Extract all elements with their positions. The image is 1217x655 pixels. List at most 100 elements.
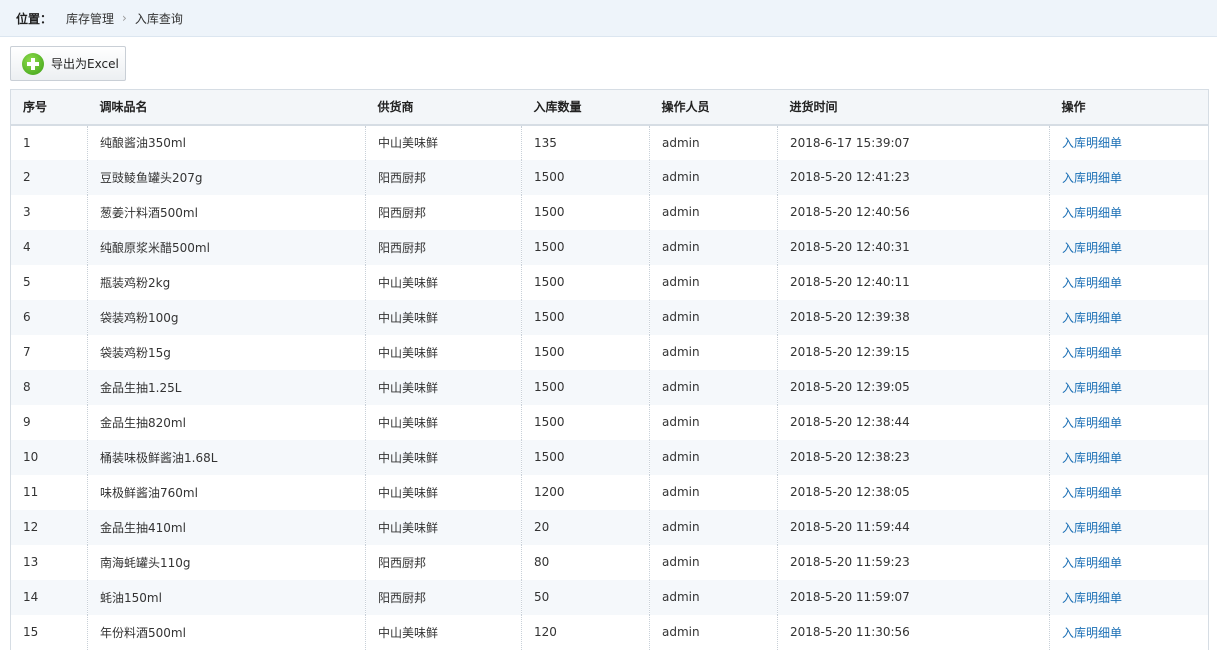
cell-supplier: 阳西厨邦	[378, 205, 427, 220]
table-cell: 入库明细单	[1049, 579, 1209, 615]
table-cell: 中山美味鲜	[365, 404, 522, 440]
table-cell: 入库明细单	[1049, 614, 1209, 650]
table-cell: 入库明细单	[1049, 299, 1209, 335]
table-cell: admin	[649, 369, 778, 405]
inbound-detail-link[interactable]: 入库明细单	[1062, 136, 1122, 150]
cell-supplier: 中山美味鲜	[378, 275, 439, 290]
cell-purchase-time: 2018-5-20 12:40:31	[790, 240, 910, 254]
cell-operator: admin	[662, 415, 700, 429]
column-header[interactable]: 进货时间	[777, 89, 1050, 126]
table-cell: 入库明细单	[1049, 194, 1209, 230]
table-cell: 金品生抽1.25L	[87, 369, 366, 405]
cell-index: 13	[23, 555, 39, 569]
table-cell: 1500	[521, 229, 650, 265]
table-row: 1 纯酿酱油350ml 中山美味鲜 135 admin 2018-6-17 15:39:0…	[10, 124, 1209, 160]
inbound-detail-link[interactable]: 入库明细单	[1062, 241, 1122, 255]
cell-product-name: 豆豉鲮鱼罐头207g	[100, 170, 203, 185]
table-cell: 2018-5-20 12:40:11	[777, 264, 1050, 300]
cell-purchase-time: 2018-5-20 11:30:56	[790, 625, 910, 639]
table-cell: 4	[10, 229, 88, 265]
column-header[interactable]: 调味品名	[87, 89, 366, 126]
inbound-detail-link[interactable]: 入库明细单	[1062, 346, 1122, 360]
table-cell: 纯酿原浆米醋500ml	[87, 229, 366, 265]
cell-product-name: 袋装鸡粉15g	[100, 345, 171, 360]
table-cell: 入库明细单	[1049, 439, 1209, 475]
cell-index: 8	[23, 380, 31, 394]
table-cell: 50	[521, 579, 650, 615]
cell-supplier: 阳西厨邦	[378, 555, 427, 570]
inbound-detail-link[interactable]: 入库明细单	[1062, 556, 1122, 570]
cell-supplier: 阳西厨邦	[378, 240, 427, 255]
inbound-detail-link[interactable]: 入库明细单	[1062, 381, 1122, 395]
table-cell: 中山美味鲜	[365, 264, 522, 300]
table-cell: 2018-5-20 11:59:07	[777, 579, 1050, 615]
cell-supplier: 中山美味鲜	[378, 310, 439, 325]
column-header[interactable]: 操作人员	[649, 89, 778, 126]
table-cell: 1500	[521, 159, 650, 195]
table-row: 10 桶装味极鲜酱油1.68L 中山美味鲜 1500 admin 2018-5-20 12…	[10, 439, 1209, 475]
cell-purchase-time: 2018-5-20 11:59:23	[790, 555, 910, 569]
table-header-row: 序号 调味品名 供货商 入库数量 操作人员 进货时间 操作	[10, 89, 1209, 126]
cell-product-name: 纯酿酱油350ml	[100, 136, 186, 150]
cell-quantity: 50	[534, 590, 550, 604]
cell-operator: admin	[662, 380, 700, 394]
cell-supplier: 中山美味鲜	[378, 625, 439, 640]
inbound-detail-link[interactable]: 入库明细单	[1062, 521, 1122, 535]
table-cell: 135	[521, 124, 650, 160]
column-header[interactable]: 供货商	[365, 89, 522, 126]
cell-supplier: 中山美味鲜	[378, 136, 439, 150]
table-row: 11 味极鲜酱油760ml 中山美味鲜 1200 admin 2018-5-20 12:3…	[10, 474, 1209, 510]
table-cell: 80	[521, 544, 650, 580]
breadcrumb-item-inventory[interactable]: 库存管理	[66, 10, 114, 27]
cell-index: 6	[23, 310, 31, 324]
table-cell: 中山美味鲜	[365, 474, 522, 510]
cell-operator: admin	[662, 275, 700, 289]
cell-index: 1	[23, 135, 31, 150]
column-header[interactable]: 操作	[1049, 89, 1209, 126]
inbound-table: 序号 调味品名 供货商 入库数量 操作人员 进货时间 操作 1 纯酿酱油350ml…	[10, 89, 1209, 650]
table-cell: 蚝油150ml	[87, 579, 366, 615]
table-cell: 阳西厨邦	[365, 579, 522, 615]
table-cell: 11	[10, 474, 88, 510]
table-cell: 12	[10, 509, 88, 545]
inbound-detail-link[interactable]: 入库明细单	[1062, 416, 1122, 430]
inbound-detail-link[interactable]: 入库明细单	[1062, 626, 1122, 640]
table-cell: admin	[649, 474, 778, 510]
table-row: 13 南海蚝罐头110g 阳西厨邦 80 admin 2018-5-20 11:59:23…	[10, 544, 1209, 580]
inbound-detail-link[interactable]: 入库明细单	[1062, 591, 1122, 605]
table-cell: 2018-5-20 12:39:38	[777, 299, 1050, 335]
inbound-detail-link[interactable]: 入库明细单	[1062, 486, 1122, 500]
table-cell: admin	[649, 544, 778, 580]
table-cell: admin	[649, 124, 778, 160]
cell-quantity: 1500	[534, 450, 565, 464]
cell-quantity: 1200	[534, 485, 565, 499]
table-cell: 中山美味鲜	[365, 299, 522, 335]
table-row: 15 年份料酒500ml 中山美味鲜 120 admin 2018-5-20 11:30:…	[10, 614, 1209, 650]
export-excel-button[interactable]: 导出为Excel	[10, 46, 126, 81]
table-cell: admin	[649, 334, 778, 370]
cell-product-name: 袋装鸡粉100g	[100, 310, 179, 325]
table-cell: 1200	[521, 474, 650, 510]
table-cell: 15	[10, 614, 88, 650]
table-row: 5 瓶装鸡粉2kg 中山美味鲜 1500 admin 2018-5-20 12:40:11…	[10, 264, 1209, 300]
inbound-detail-link[interactable]: 入库明细单	[1062, 311, 1122, 325]
breadcrumb-item-inbound-query: 入库查询	[134, 11, 183, 26]
inbound-detail-link[interactable]: 入库明细单	[1062, 451, 1122, 465]
table-cell: 阳西厨邦	[365, 229, 522, 265]
inbound-detail-link[interactable]: 入库明细单	[1062, 171, 1122, 185]
table-cell: 1500	[521, 264, 650, 300]
inbound-detail-link[interactable]: 入库明细单	[1062, 276, 1122, 290]
cell-purchase-time: 2018-5-20 12:39:05	[790, 380, 910, 394]
cell-purchase-time: 2018-5-20 11:59:07	[790, 590, 910, 604]
column-header[interactable]: 序号	[10, 89, 88, 126]
table-cell: 1500	[521, 194, 650, 230]
table-cell: 入库明细单	[1049, 229, 1209, 265]
table-cell: 2018-5-20 12:39:15	[777, 334, 1050, 370]
cell-operator: admin	[662, 170, 700, 184]
column-header[interactable]: 入库数量	[521, 89, 650, 126]
cell-quantity: 1500	[534, 205, 565, 219]
plus-circle-icon	[22, 52, 44, 75]
cell-index: 15	[23, 625, 39, 639]
inbound-detail-link[interactable]: 入库明细单	[1062, 206, 1122, 220]
cell-quantity: 1500	[534, 170, 565, 184]
